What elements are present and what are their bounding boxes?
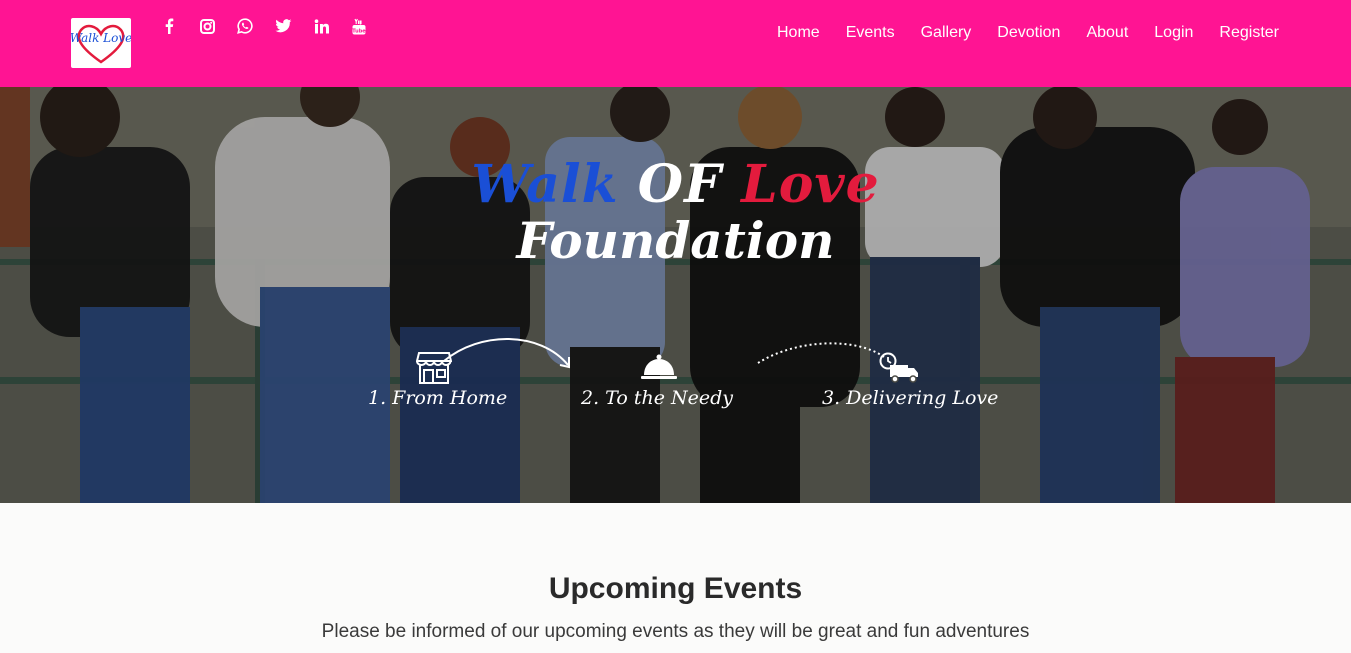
- nav-gallery[interactable]: Gallery: [921, 23, 972, 43]
- hero-overlay: [0, 87, 1351, 503]
- nav-login[interactable]: Login: [1154, 23, 1193, 43]
- whatsapp-icon[interactable]: [226, 15, 264, 37]
- top-navbar: Walk Love Tube Home Events Gallery Devot…: [0, 0, 1351, 87]
- main-nav: Home Events Gallery Devotion About Login…: [751, 23, 1279, 43]
- title-line-foundation: Foundation: [516, 211, 835, 270]
- upcoming-events-heading: Upcoming Events: [548, 572, 803, 605]
- title-word-love: Love: [741, 154, 880, 215]
- nav-home[interactable]: Home: [777, 23, 820, 43]
- linkedin-icon[interactable]: [302, 15, 340, 37]
- nav-register[interactable]: Register: [1219, 23, 1279, 43]
- hero-title: Walk OF Love Foundation: [0, 157, 1351, 269]
- title-word-of: OF: [637, 154, 723, 215]
- hero-banner: Walk OF Love Foundation 1. From Home 2. …: [0, 87, 1351, 503]
- step-delivering-love: 3. Delivering Love: [822, 387, 999, 409]
- serving-bell-icon: [641, 354, 677, 379]
- nav-events[interactable]: Events: [846, 23, 895, 43]
- arrow-curve-dotted: [757, 342, 885, 364]
- social-links: Tube: [150, 15, 378, 37]
- svg-text:Tube: Tube: [352, 28, 366, 34]
- logo-text: Walk Love: [71, 31, 131, 45]
- facebook-icon[interactable]: [150, 15, 188, 37]
- delivery-truck-icon: [879, 352, 918, 383]
- instagram-icon[interactable]: [188, 15, 226, 37]
- step-from-home: 1. From Home: [368, 387, 508, 409]
- site-logo[interactable]: Walk Love: [71, 18, 131, 68]
- youtube-icon[interactable]: Tube: [340, 15, 378, 37]
- upcoming-events-subtitle: Please be informed of our upcoming event…: [321, 621, 1030, 642]
- nav-about[interactable]: About: [1086, 23, 1128, 43]
- step-to-the-needy: 2. To the Needy: [581, 387, 734, 409]
- title-word-walk: Walk: [471, 154, 619, 215]
- arrow-curve-1: [443, 338, 570, 369]
- twitter-icon[interactable]: [264, 15, 302, 37]
- nav-devotion[interactable]: Devotion: [997, 23, 1060, 43]
